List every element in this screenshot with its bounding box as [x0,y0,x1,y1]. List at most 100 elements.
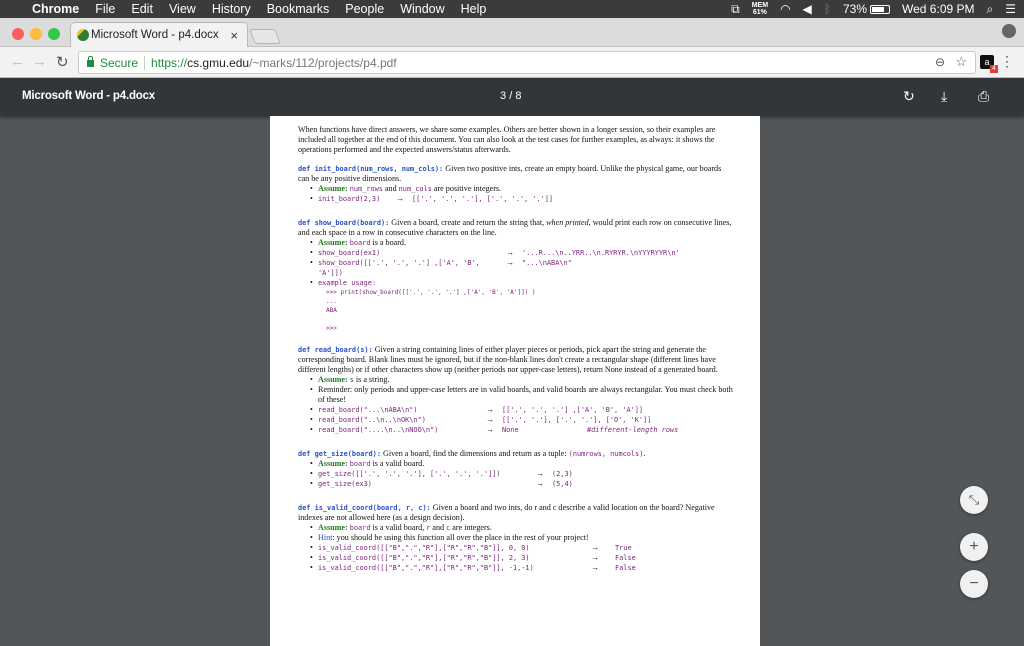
example-result: (5,4) [552,480,573,488]
reload-icon[interactable]: ↻ [56,53,69,71]
new-tab-button[interactable] [249,29,281,44]
battery-icon [870,5,891,15]
example-call: init_board(2,3) [318,195,381,203]
bookmark-star-icon[interactable]: ☆ [955,54,967,70]
total-pages: 8 [515,90,522,102]
menu-file[interactable]: File [87,0,123,18]
menu-view[interactable]: View [161,0,204,18]
notification-center-icon[interactable]: ☰ [1005,2,1016,16]
assume-label: Assume: [318,238,348,247]
arrow: → [535,479,545,488]
tab-microsoft-word-p4[interactable]: Microsoft Word - p4.docx × [70,22,248,47]
menu-bookmarks[interactable]: Bookmarks [259,0,338,18]
forward-arrow-icon[interactable]: → [32,53,47,70]
back-arrow-icon[interactable]: ← [10,53,25,70]
amazon-extension-icon[interactable]: a4 [980,55,998,73]
example-call: get_size([['.', '.', '.'], ['.', '.', '.… [318,470,501,478]
example-call: show_board(ex1) [318,249,381,257]
current-page[interactable]: 3 [500,90,506,102]
text: and [382,184,399,193]
text: is a valid board. [370,459,425,468]
assume-label: Assume: [318,523,348,532]
example-result: False [615,554,636,562]
example-call: read_board("....\n..\nNOO\n") [318,426,439,434]
read-board-reminder: Reminder: only periods and upper-case le… [310,385,733,405]
example-result: [['.', '.'], ['.', '.'], ['O', 'K']] [502,416,652,424]
menu-window[interactable]: Window [392,0,452,18]
arrow: → [395,194,405,203]
wifi-icon[interactable]: ◠ [780,2,790,16]
menu-edit[interactable]: Edit [123,0,161,18]
code-num-rows: num_rows [349,185,383,193]
get-size-signature: def get_size(board): [298,450,381,458]
hint-text: : you should be using this function all … [332,533,589,542]
example-result: None [502,426,519,434]
example-call: is_valid_coord([["B",".","R"],["R","R","… [318,564,534,572]
rotate-icon[interactable]: ↻ [903,88,915,105]
assume-label: Assume: [318,184,348,193]
show-board-example: show_board([['.', '.', '.'] ,['A', 'B', … [310,258,733,278]
arrow: → [485,415,495,424]
show-board-example: show_board(ex1) → '...R...\n..YRR..\n.RYRY… [310,248,733,258]
volume-icon[interactable]: ◀ [803,2,812,16]
address-bar[interactable]: Secure https:// cs.gmu.edu /~marks/112/p… [78,51,976,74]
code-num-cols: num_cols [398,185,432,193]
example-call: get_size(ex3) [318,480,372,488]
clock[interactable]: Wed 6:09 PM [902,2,974,16]
is-valid-coord-assume: Assume: board is a valid board, r and c … [310,523,733,533]
print-icon[interactable]: ⎙ [978,88,989,105]
browser-toolbar: ← → ↻ Secure https:// cs.gmu.edu /~marks… [0,47,1024,78]
zoom-out-magnifier-icon[interactable]: ⊖ [935,55,945,69]
menu-help[interactable]: Help [453,0,495,18]
init-board-assume: Assume: num_rows and num_cols are positi… [310,184,733,194]
zoom-out-button[interactable]: − [960,570,988,598]
is-valid-coord-example: is_valid_coord([["B",".","R"],["R","R","… [310,543,733,553]
arrow: → [505,248,515,257]
tab-title: Microsoft Word - p4.docx [91,29,219,41]
section-show-board: def show_board(board): Given a board, cr… [298,218,733,333]
session-line: ... [326,298,337,305]
url-path: /~marks/112/projects/p4.pdf [249,55,397,70]
bluetooth-icon[interactable]: ᛒ [824,2,831,16]
window-switch-icon[interactable]: ⧉ [731,2,740,17]
show-board-signature: def show_board(board): [298,219,390,227]
is-valid-coord-example: is_valid_coord([["B",".","R"],["R","R","… [310,563,733,573]
window-close-button[interactable] [12,28,24,40]
chrome-menu-icon[interactable]: ⋮ [1000,53,1014,70]
read-board-signature: def read_board(s): [298,346,373,354]
tab-close-icon[interactable]: × [230,28,238,43]
code-board: board [349,239,371,247]
minus-icon: − [969,575,979,592]
memory-indicator[interactable]: MEM 61% [752,2,768,16]
example-result: "...\nABA\n" [522,259,572,267]
menu-app-chrome[interactable]: Chrome [24,0,87,18]
mem-value: 61% [752,9,767,16]
favicon-icon [77,29,89,41]
zoom-in-button[interactable]: + [960,533,988,561]
arrow: → [590,543,600,552]
show-board-usage: example usage: >>> print(show_board([['.… [310,278,733,333]
window-zoom-button[interactable] [48,28,60,40]
battery-indicator[interactable]: 73% [843,2,891,16]
example-result: (2,3) [552,470,573,478]
profile-avatar-icon[interactable] [1002,24,1016,38]
spotlight-search-icon[interactable]: ⌕ [987,2,994,17]
text: is a board. [370,238,406,247]
assume-label: Assume: [318,375,348,384]
menu-history[interactable]: History [204,0,259,18]
assume-label: Assume: [318,459,348,468]
window-minimize-button[interactable] [30,28,42,40]
hint-label: Hint [318,533,333,542]
plus-icon: + [969,538,979,555]
menu-people[interactable]: People [337,0,392,18]
example-result: True [615,544,632,552]
example-call: show_board([['.', '.', '.'] ,['A', 'B', … [318,259,480,277]
fit-to-page-button[interactable]: ⤡ [960,486,988,514]
document-content: When functions have direct answers, we s… [298,125,733,582]
pdf-title: Microsoft Word - p4.docx [22,90,155,102]
init-board-example: init_board(2,3) → [['.', '.', '.'], ['.', … [310,194,733,204]
example-comment: #different-length rows [587,426,679,434]
arrow: → [590,553,600,562]
download-icon[interactable]: ⤓ [941,88,947,105]
section-get-size: def get_size(board): Given a board, find… [298,449,733,489]
